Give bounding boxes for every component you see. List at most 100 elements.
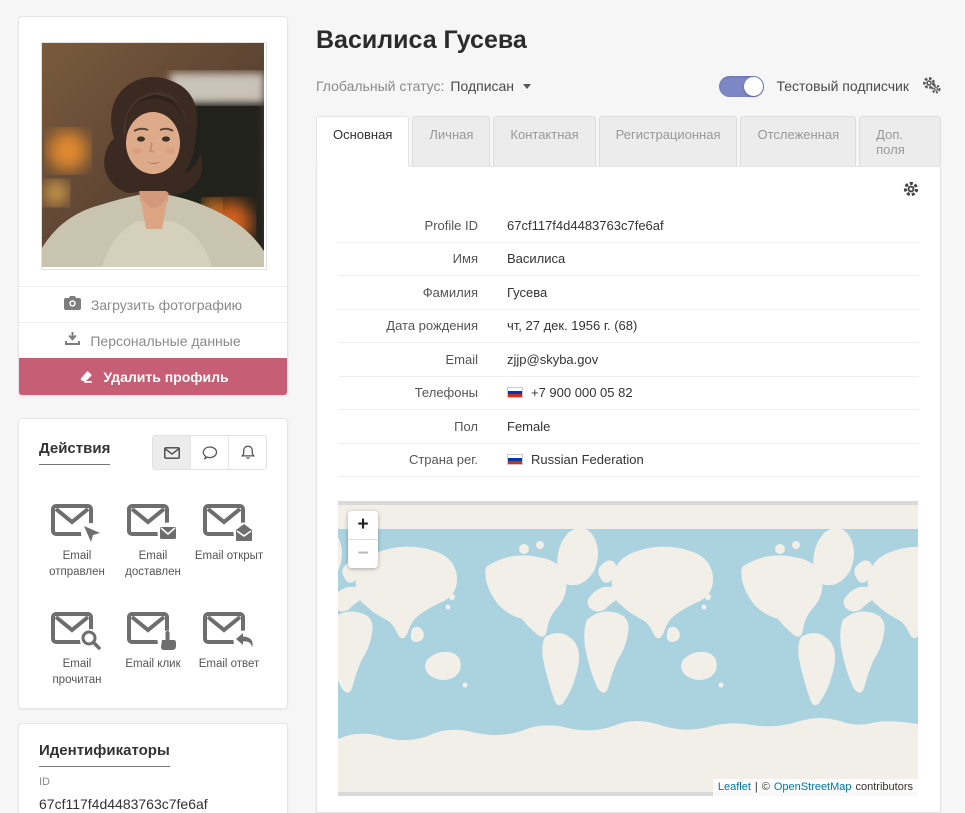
sidebar: Загрузить фотографию Персональные данные… [18,16,288,813]
global-status-value: Подписан [450,78,515,94]
field-row-last-name: Фамилия Гусева [338,276,919,310]
zoom-in-button[interactable]: + [348,511,378,539]
email-delivered-icon [127,504,179,544]
leaflet-link[interactable]: Leaflet [718,781,751,793]
test-subscriber-control: Тестовый подписчик [719,75,941,97]
tab-panel-main: Profile ID 67cf117f4d4483763c7fe6af Имя … [316,166,941,813]
action-label: Email доставлен [125,550,181,578]
actions-card: Действия Email отправлен Email доставлен… [18,418,288,710]
test-subscriber-toggle[interactable] [719,75,765,97]
openstreetmap-link[interactable]: OpenStreetMap [774,781,852,793]
id-value: 67cf117f4d4483763c7fe6af [39,796,208,813]
field-row-phones: Телефоны +7 900 000 05 82 [338,377,919,410]
profile-photo-card: Загрузить фотографию Персональные данные… [18,16,288,396]
field-value: Гусева [507,284,548,300]
test-subscriber-label: Тестовый подписчик [776,78,909,94]
action-label: Email прочитан [52,658,102,686]
profile-photo [41,42,267,270]
main-content: Василиса Гусева Глобальный статус: Подпи… [316,0,941,813]
profile-fields: Profile ID 67cf117f4d4483763c7fe6af Имя … [338,209,919,477]
field-row-birth-date: Дата рождения чт, 27 дек. 1956 г. (68) [338,310,919,343]
email-channel-button[interactable] [153,436,190,469]
email-opened-icon [203,504,255,544]
personal-data-button[interactable]: Персональные данные [19,322,287,358]
action-label: Email клик [125,658,181,671]
field-label: Страна рег. [408,452,478,468]
field-row-gender: Пол Female [338,410,919,444]
attribution-separator: | [754,781,758,793]
russia-flag-icon [507,387,523,399]
actions-title: Действия [39,440,111,465]
action-email-read[interactable]: Email прочитан [39,610,115,688]
chat-bubble-icon [202,445,217,460]
field-label: Дата рождения [386,318,478,334]
leaflet-map[interactable]: + − Leaflet | © OpenStreetMap contributo… [338,501,918,796]
eraser-icon [77,368,93,386]
chevron-down-icon [523,83,532,89]
field-label: Email [445,351,478,367]
action-label: Email открыт [194,550,264,562]
toggle-knob [744,76,764,96]
page-title: Василиса Гусева [316,26,527,54]
email-reply-icon [203,612,255,652]
email-read-icon [51,612,102,652]
field-value: Russian Federation [507,452,644,467]
envelope-icon [163,446,180,459]
action-email-reply[interactable]: Email ответ [191,610,267,688]
tab-bar: Основная Личная Контактная Регистрационн… [316,116,941,167]
tab-registration[interactable]: Регистрационная [598,116,738,166]
field-label: Имя [452,251,478,267]
email-click-icon [127,612,179,652]
field-label: Profile ID [424,217,478,233]
action-label: Email ответ [198,658,260,671]
panel-settings-gear-icon[interactable] [903,181,919,201]
field-label: Фамилия [422,284,478,300]
field-row-email: Email zjjp@skyba.gov [338,343,919,377]
field-value: Female [507,418,551,434]
action-email-click[interactable]: Email клик [115,610,191,688]
field-value: чт, 27 дек. 1956 г. (68) [507,318,638,334]
email-sent-icon [51,504,101,543]
field-label: Пол [454,418,478,434]
country-name: Russian Federation [531,452,644,468]
upload-photo-label: Загрузить фотографию [90,296,243,313]
map-attribution: Leaflet | © OpenStreetMap contributors [712,779,918,796]
action-email-opened[interactable]: Email открыт [191,502,267,580]
action-email-delivered[interactable]: Email доставлен [115,502,191,580]
tab-personal[interactable]: Личная [412,116,491,166]
gears-icon[interactable] [921,76,941,97]
field-row-profile-id: Profile ID 67cf117f4d4483763c7fe6af [338,209,919,243]
download-icon [65,332,81,349]
tab-extra-fields[interactable]: Доп. поля [859,116,941,166]
global-status-dropdown[interactable]: Глобальный статус: Подписан [316,78,532,94]
identifiers-title: Идентификаторы [39,742,170,768]
tab-main[interactable]: Основная [316,116,410,167]
field-label: Телефоны [414,385,478,401]
notification-channel-button[interactable] [228,436,266,469]
copyright-symbol: © [761,781,770,793]
profile-page: Загрузить фотографию Персональные данные… [0,0,965,813]
bell-icon [240,445,255,459]
tab-tracked[interactable]: Отслеженная [740,116,857,166]
field-value: Василиса [507,251,566,267]
channel-switcher [152,435,267,470]
personal-data-label: Персональные данные [90,332,241,349]
russia-flag-icon [507,454,523,466]
map-zoom-control: + − [348,511,378,568]
attribution-suffix: contributors [855,781,913,793]
action-label: Email отправлен [49,550,105,578]
world-map [338,501,918,796]
camera-icon [63,296,81,313]
chat-channel-button[interactable] [190,436,228,469]
delete-profile-button[interactable]: Удалить профиль [19,358,287,395]
delete-profile-label: Удалить профиль [103,368,229,385]
action-email-sent[interactable]: Email отправлен [39,502,115,580]
status-row: Глобальный статус: Подписан Тестовый под… [316,74,941,98]
phone-number: +7 900 000 05 82 [531,385,633,401]
photo-wrap [19,17,287,286]
field-value: zjjp@skyba.gov [507,351,599,367]
upload-photo-button[interactable]: Загрузить фотографию [19,286,287,322]
tab-contact[interactable]: Контактная [493,116,596,166]
zoom-out-button[interactable]: − [348,539,378,568]
action-tiles: Email отправлен Email доставлен Email от… [39,502,267,688]
